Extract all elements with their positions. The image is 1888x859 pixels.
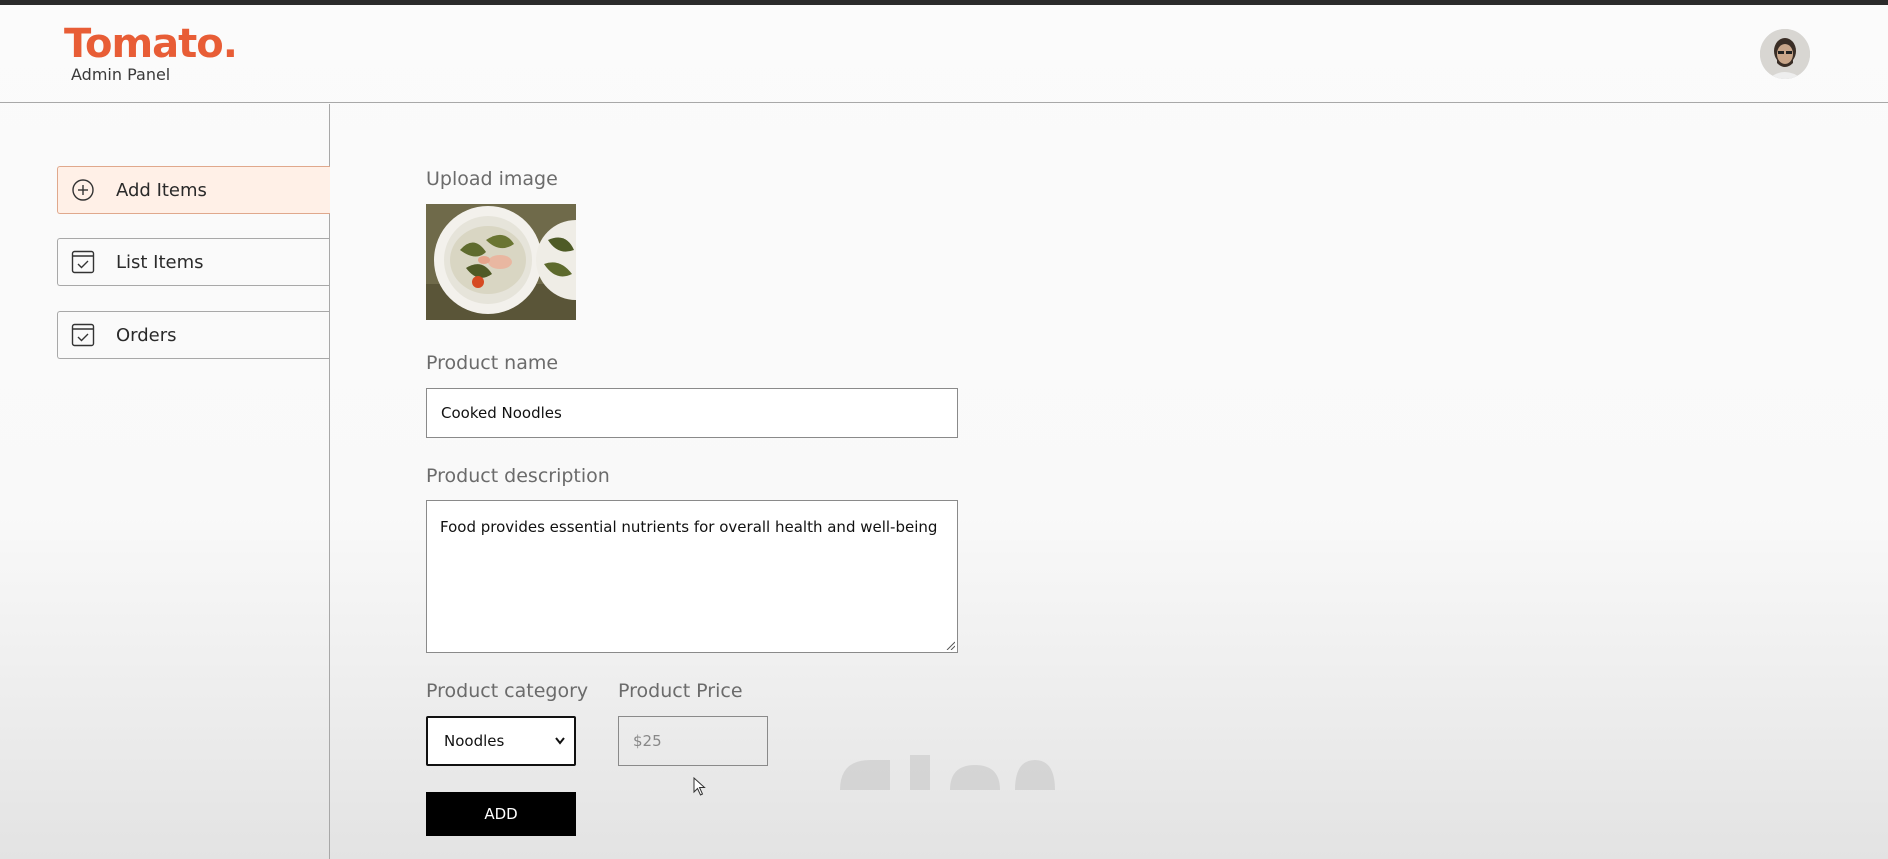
product-description-textarea[interactable]: Food provides essential nutrients for ov… — [426, 500, 958, 653]
resize-handle-icon[interactable] — [945, 640, 955, 650]
checklist-icon — [70, 249, 96, 275]
sidebar: Add Items List Items Orders — [0, 104, 330, 859]
upload-image-label: Upload image — [426, 168, 558, 190]
product-description-label: Product description — [426, 465, 610, 487]
product-category-select[interactable]: Noodles — [426, 716, 576, 766]
product-description-value: Food provides essential nutrients for ov… — [440, 518, 938, 536]
sidebar-item-label: Add Items — [116, 179, 207, 201]
add-button[interactable]: ADD — [426, 792, 576, 836]
chevron-down-icon — [555, 737, 565, 745]
watermark-logo-icon — [840, 755, 1055, 790]
mouse-cursor-icon — [693, 777, 706, 796]
product-price-label: Product Price — [618, 680, 743, 702]
product-price-placeholder: $25 — [633, 732, 662, 750]
avatar[interactable] — [1760, 29, 1810, 79]
sidebar-item-orders[interactable]: Orders — [57, 311, 330, 359]
logo-name: Tomato. — [64, 21, 238, 67]
product-name-input[interactable]: Cooked Noodles — [426, 388, 958, 438]
upload-image-preview[interactable] — [426, 204, 576, 320]
sidebar-item-add-items[interactable]: Add Items — [57, 166, 330, 214]
logo-subtitle: Admin Panel — [71, 65, 171, 84]
sidebar-item-label: Orders — [116, 324, 177, 346]
plus-circle-icon — [70, 177, 96, 203]
product-name-label: Product name — [426, 352, 559, 374]
product-price-input[interactable]: $25 — [618, 716, 768, 766]
navbar: Tomato. Admin Panel — [0, 5, 1888, 103]
profile-photo-icon — [1760, 29, 1810, 79]
sidebar-item-label: List Items — [116, 251, 204, 273]
product-name-value: Cooked Noodles — [441, 404, 562, 422]
checklist-icon — [70, 322, 96, 348]
logo: Tomato. Admin Panel — [64, 21, 238, 84]
food-photo-icon — [426, 204, 576, 320]
product-category-label: Product category — [426, 680, 589, 702]
product-category-value: Noodles — [444, 732, 505, 750]
sidebar-item-list-items[interactable]: List Items — [57, 238, 330, 286]
